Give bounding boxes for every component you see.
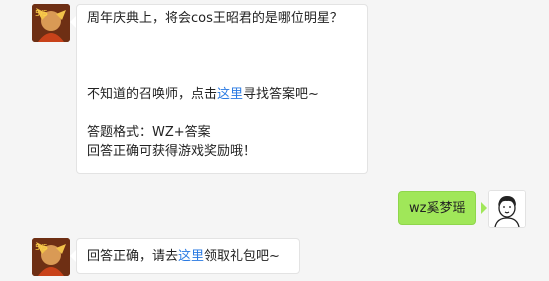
message-text: wz奚梦瑶	[409, 201, 466, 216]
user-message-bubble: wz奚梦瑶	[398, 191, 477, 225]
message-text: 领取礼包吧~	[204, 249, 280, 264]
user-avatar[interactable]	[488, 190, 526, 228]
message-line: 答题格式：WZ+答案	[87, 125, 211, 140]
bot-message-bubble: 回答正确，请去这里领取礼包吧~	[76, 238, 300, 274]
gift-link[interactable]: 这里	[178, 249, 204, 264]
message-line	[87, 66, 357, 85]
message-line	[87, 104, 357, 123]
message-line: 不知道的召唤师，点击这里寻找答案吧~	[87, 85, 357, 104]
bubble-tail	[481, 202, 487, 214]
message-line: 回答正确可获得游戏奖励哦！	[87, 144, 257, 159]
user-avatar-icon	[489, 191, 525, 227]
message-line	[87, 28, 357, 47]
message-text: 寻找答案吧~	[243, 87, 319, 102]
bot-avatar[interactable]: 5/5	[32, 238, 70, 276]
message-text: 不知道的召唤师，点击	[87, 87, 218, 102]
game-hero-avatar-icon: 5/5	[32, 238, 70, 276]
game-hero-avatar-icon: 5/5	[32, 4, 70, 42]
answer-link[interactable]: 这里	[217, 87, 243, 102]
bot-avatar[interactable]: 5/5	[32, 4, 70, 42]
message-text: 回答正确，请去	[87, 249, 179, 264]
message-line: 周年庆典上，将会cos王昭君的是哪位明星？	[87, 11, 343, 26]
bot-message-bubble: 周年庆典上，将会cos王昭君的是哪位明星？ 不知道的召唤师，点击这里寻找答案吧~…	[76, 4, 368, 174]
svg-text:5/5: 5/5	[35, 9, 48, 18]
svg-text:5/5: 5/5	[35, 243, 48, 252]
message-line	[87, 47, 357, 66]
